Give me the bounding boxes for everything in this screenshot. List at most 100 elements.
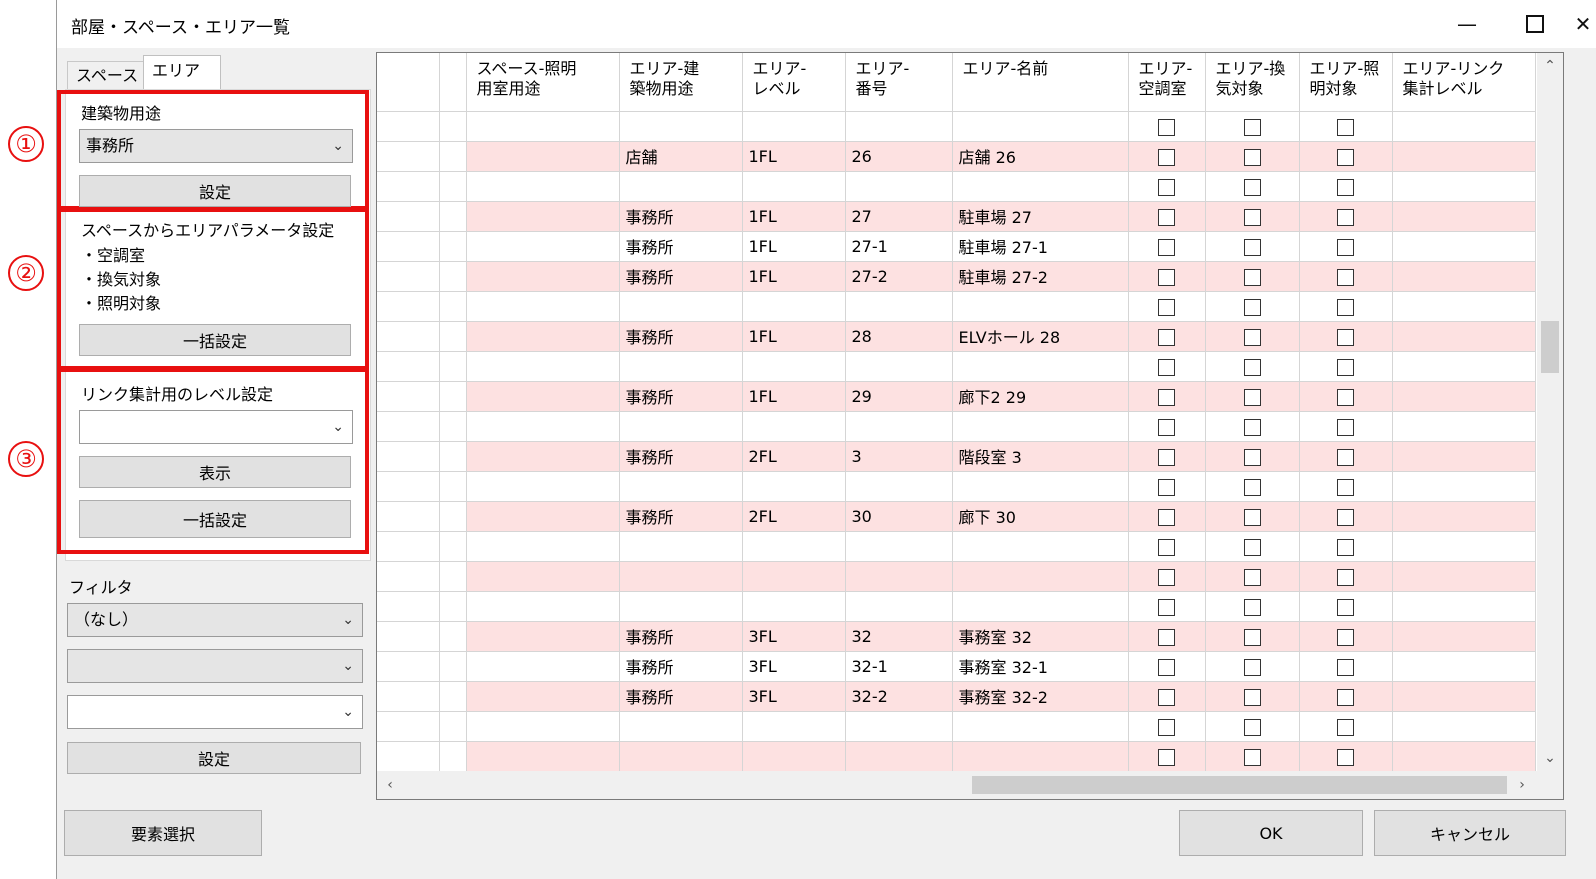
hvac-checkbox[interactable]	[1158, 748, 1175, 766]
cell-space-lighting-usage[interactable]	[466, 111, 620, 142]
minimize-button[interactable]: —	[1433, 0, 1501, 48]
lighting-checkbox[interactable]	[1337, 688, 1354, 706]
table-row[interactable]: 事務所 3FL 32-2 事務室 32-2	[377, 681, 1536, 712]
cell-area-level[interactable]	[742, 561, 846, 592]
cell-area-level[interactable]	[742, 291, 846, 322]
ventilation-checkbox[interactable]	[1243, 208, 1261, 226]
cell-space-lighting-usage[interactable]	[466, 681, 620, 712]
row-selector[interactable]	[439, 351, 467, 382]
ventilation-checkbox[interactable]	[1243, 568, 1261, 586]
column-header[interactable]: エリア- レベル	[742, 53, 846, 112]
cell-space-lighting-usage[interactable]	[466, 291, 620, 322]
row-header[interactable]	[377, 201, 440, 232]
ventilation-checkbox[interactable]	[1243, 358, 1261, 376]
cell-space-lighting-usage[interactable]	[466, 201, 620, 232]
ventilation-checkbox[interactable]	[1243, 178, 1261, 196]
cell-link-level[interactable]	[1392, 231, 1536, 262]
cell-area-number[interactable]: 30	[845, 501, 953, 532]
row-header[interactable]	[377, 381, 440, 412]
cell-area-level[interactable]: 1FL	[742, 321, 846, 352]
cell-area-name[interactable]: ELVホール 28	[952, 321, 1129, 352]
cell-area-number[interactable]: 32-1	[845, 651, 953, 682]
cell-area-building-usage[interactable]: 事務所	[619, 681, 743, 712]
cell-area-number[interactable]	[845, 351, 953, 382]
cell-space-lighting-usage[interactable]	[466, 501, 620, 532]
cell-area-building-usage[interactable]: 事務所	[619, 231, 743, 262]
cell-area-level[interactable]	[742, 591, 846, 622]
tab-area[interactable]: エリア	[143, 55, 221, 90]
row-selector[interactable]	[439, 171, 467, 202]
cell-area-number[interactable]	[845, 171, 953, 202]
table-row[interactable]: 事務所 1FL 29 廊下2 29	[377, 381, 1536, 412]
hvac-checkbox[interactable]	[1158, 358, 1175, 376]
hvac-checkbox[interactable]	[1158, 328, 1175, 346]
row-selector[interactable]	[439, 651, 467, 682]
ventilation-checkbox[interactable]	[1243, 118, 1261, 136]
lighting-checkbox[interactable]	[1337, 718, 1354, 736]
cell-area-number[interactable]: 27-1	[845, 231, 953, 262]
cell-area-name[interactable]: 廊下2 29	[952, 381, 1129, 412]
row-header[interactable]	[377, 291, 440, 322]
cell-link-level[interactable]	[1392, 411, 1536, 442]
hvac-checkbox[interactable]	[1158, 118, 1175, 136]
bulk-set-params-button[interactable]: 一括設定	[79, 324, 351, 356]
cell-link-level[interactable]	[1392, 741, 1536, 772]
lighting-checkbox[interactable]	[1337, 328, 1354, 346]
cell-area-number[interactable]	[845, 411, 953, 442]
cell-area-level[interactable]	[742, 171, 846, 202]
lighting-checkbox[interactable]	[1337, 538, 1354, 556]
cell-area-name[interactable]	[952, 561, 1129, 592]
cell-space-lighting-usage[interactable]	[466, 261, 620, 292]
row-header[interactable]	[377, 621, 440, 652]
table-row[interactable]: 事務所 2FL 30 廊下 30	[377, 501, 1536, 532]
cell-area-level[interactable]	[742, 711, 846, 742]
cell-area-building-usage[interactable]	[619, 111, 743, 142]
cell-area-number[interactable]: 26	[845, 141, 953, 172]
row-header[interactable]	[377, 501, 440, 532]
cell-area-number[interactable]: 28	[845, 321, 953, 352]
cell-area-level[interactable]	[742, 471, 846, 502]
cell-area-number[interactable]	[845, 741, 953, 772]
cell-link-level[interactable]	[1392, 651, 1536, 682]
cell-area-level[interactable]: 1FL	[742, 381, 846, 412]
cell-area-building-usage[interactable]	[619, 351, 743, 382]
row-selector[interactable]	[439, 111, 467, 142]
hvac-checkbox[interactable]	[1158, 418, 1175, 436]
lighting-checkbox[interactable]	[1337, 238, 1354, 256]
cell-area-number[interactable]	[845, 291, 953, 322]
scroll-left-icon[interactable]: ‹	[377, 771, 403, 799]
link-level-select[interactable]: ⌄	[79, 410, 353, 444]
table-row[interactable]: 事務所 3FL 32 事務室 32	[377, 621, 1536, 652]
row-header[interactable]	[377, 591, 440, 622]
scroll-down-icon[interactable]: ⌄	[1537, 745, 1563, 771]
hvac-checkbox[interactable]	[1158, 148, 1175, 166]
cell-area-building-usage[interactable]	[619, 711, 743, 742]
table-row[interactable]	[377, 741, 1536, 772]
row-selector[interactable]	[439, 591, 467, 622]
hvac-checkbox[interactable]	[1158, 598, 1175, 616]
vertical-scroll-thumb[interactable]	[1541, 321, 1559, 373]
select-elements-button[interactable]: 要素選択	[64, 810, 262, 856]
row-header[interactable]	[377, 411, 440, 442]
cell-area-building-usage[interactable]	[619, 411, 743, 442]
cell-link-level[interactable]	[1392, 681, 1536, 712]
cell-space-lighting-usage[interactable]	[466, 411, 620, 442]
cell-area-level[interactable]	[742, 111, 846, 142]
lighting-checkbox[interactable]	[1337, 178, 1354, 196]
cell-area-building-usage[interactable]: 事務所	[619, 201, 743, 232]
cell-area-level[interactable]	[742, 351, 846, 382]
cell-area-number[interactable]	[845, 561, 953, 592]
cell-area-name[interactable]	[952, 411, 1129, 442]
lighting-checkbox[interactable]	[1337, 448, 1354, 466]
hvac-checkbox[interactable]	[1158, 448, 1175, 466]
row-selector[interactable]	[439, 741, 467, 772]
cell-area-building-usage[interactable]	[619, 291, 743, 322]
cell-area-number[interactable]	[845, 471, 953, 502]
lighting-checkbox[interactable]	[1337, 658, 1354, 676]
ventilation-checkbox[interactable]	[1243, 628, 1261, 646]
lighting-checkbox[interactable]	[1337, 748, 1354, 766]
ventilation-checkbox[interactable]	[1243, 508, 1261, 526]
cell-space-lighting-usage[interactable]	[466, 711, 620, 742]
ventilation-checkbox[interactable]	[1243, 448, 1261, 466]
cell-area-name[interactable]	[952, 171, 1129, 202]
